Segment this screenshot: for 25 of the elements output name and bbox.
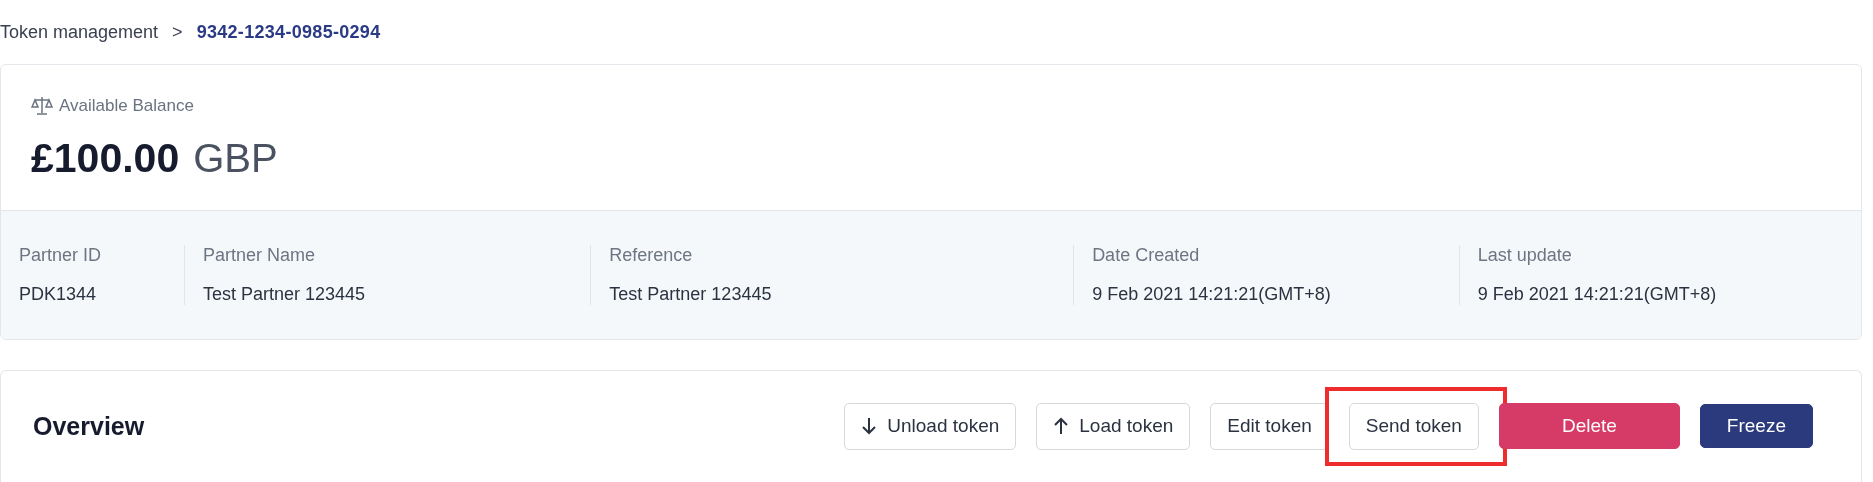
action-button[interactable]: Send token (1348, 402, 1479, 450)
detail-value: Test Partner 123445 (609, 284, 773, 305)
action-button[interactable]: Freeze (1699, 404, 1813, 448)
detail-value: 9 Feb 2021 14:21:21(GMT+8) (1477, 284, 1718, 305)
breadcrumb-separator: > (172, 21, 183, 43)
balance-amount: £100.00 (31, 135, 180, 182)
breadcrumb-link[interactable]: Token management (0, 21, 159, 43)
detail-label: Reference (609, 245, 694, 266)
detail-value: PDK1344 (19, 284, 98, 305)
detail-label: Partner Name (202, 245, 316, 266)
detail-value: 9 Feb 2021 14:21:21(GMT+8) (1092, 284, 1332, 305)
breadcrumb-current: 9342-1234-0985-0294 (196, 21, 381, 43)
detail-value: Test Partner 123445 (202, 284, 367, 305)
arrow-down-icon (861, 417, 878, 435)
detail-label: Date Created (1092, 245, 1201, 266)
arrow-up-icon (1053, 417, 1070, 435)
action-button[interactable]: Unload token (844, 402, 1017, 450)
detail-label: Partner ID (19, 245, 103, 266)
balance-label: Available Balance (59, 96, 194, 116)
action-button[interactable]: Load token (1036, 402, 1191, 450)
action-button[interactable]: Delete (1498, 403, 1680, 449)
detail-label: Last update (1477, 245, 1573, 266)
currency-code: GBP (193, 136, 278, 181)
overview-title: Overview (33, 411, 146, 441)
scale-icon (31, 95, 53, 117)
